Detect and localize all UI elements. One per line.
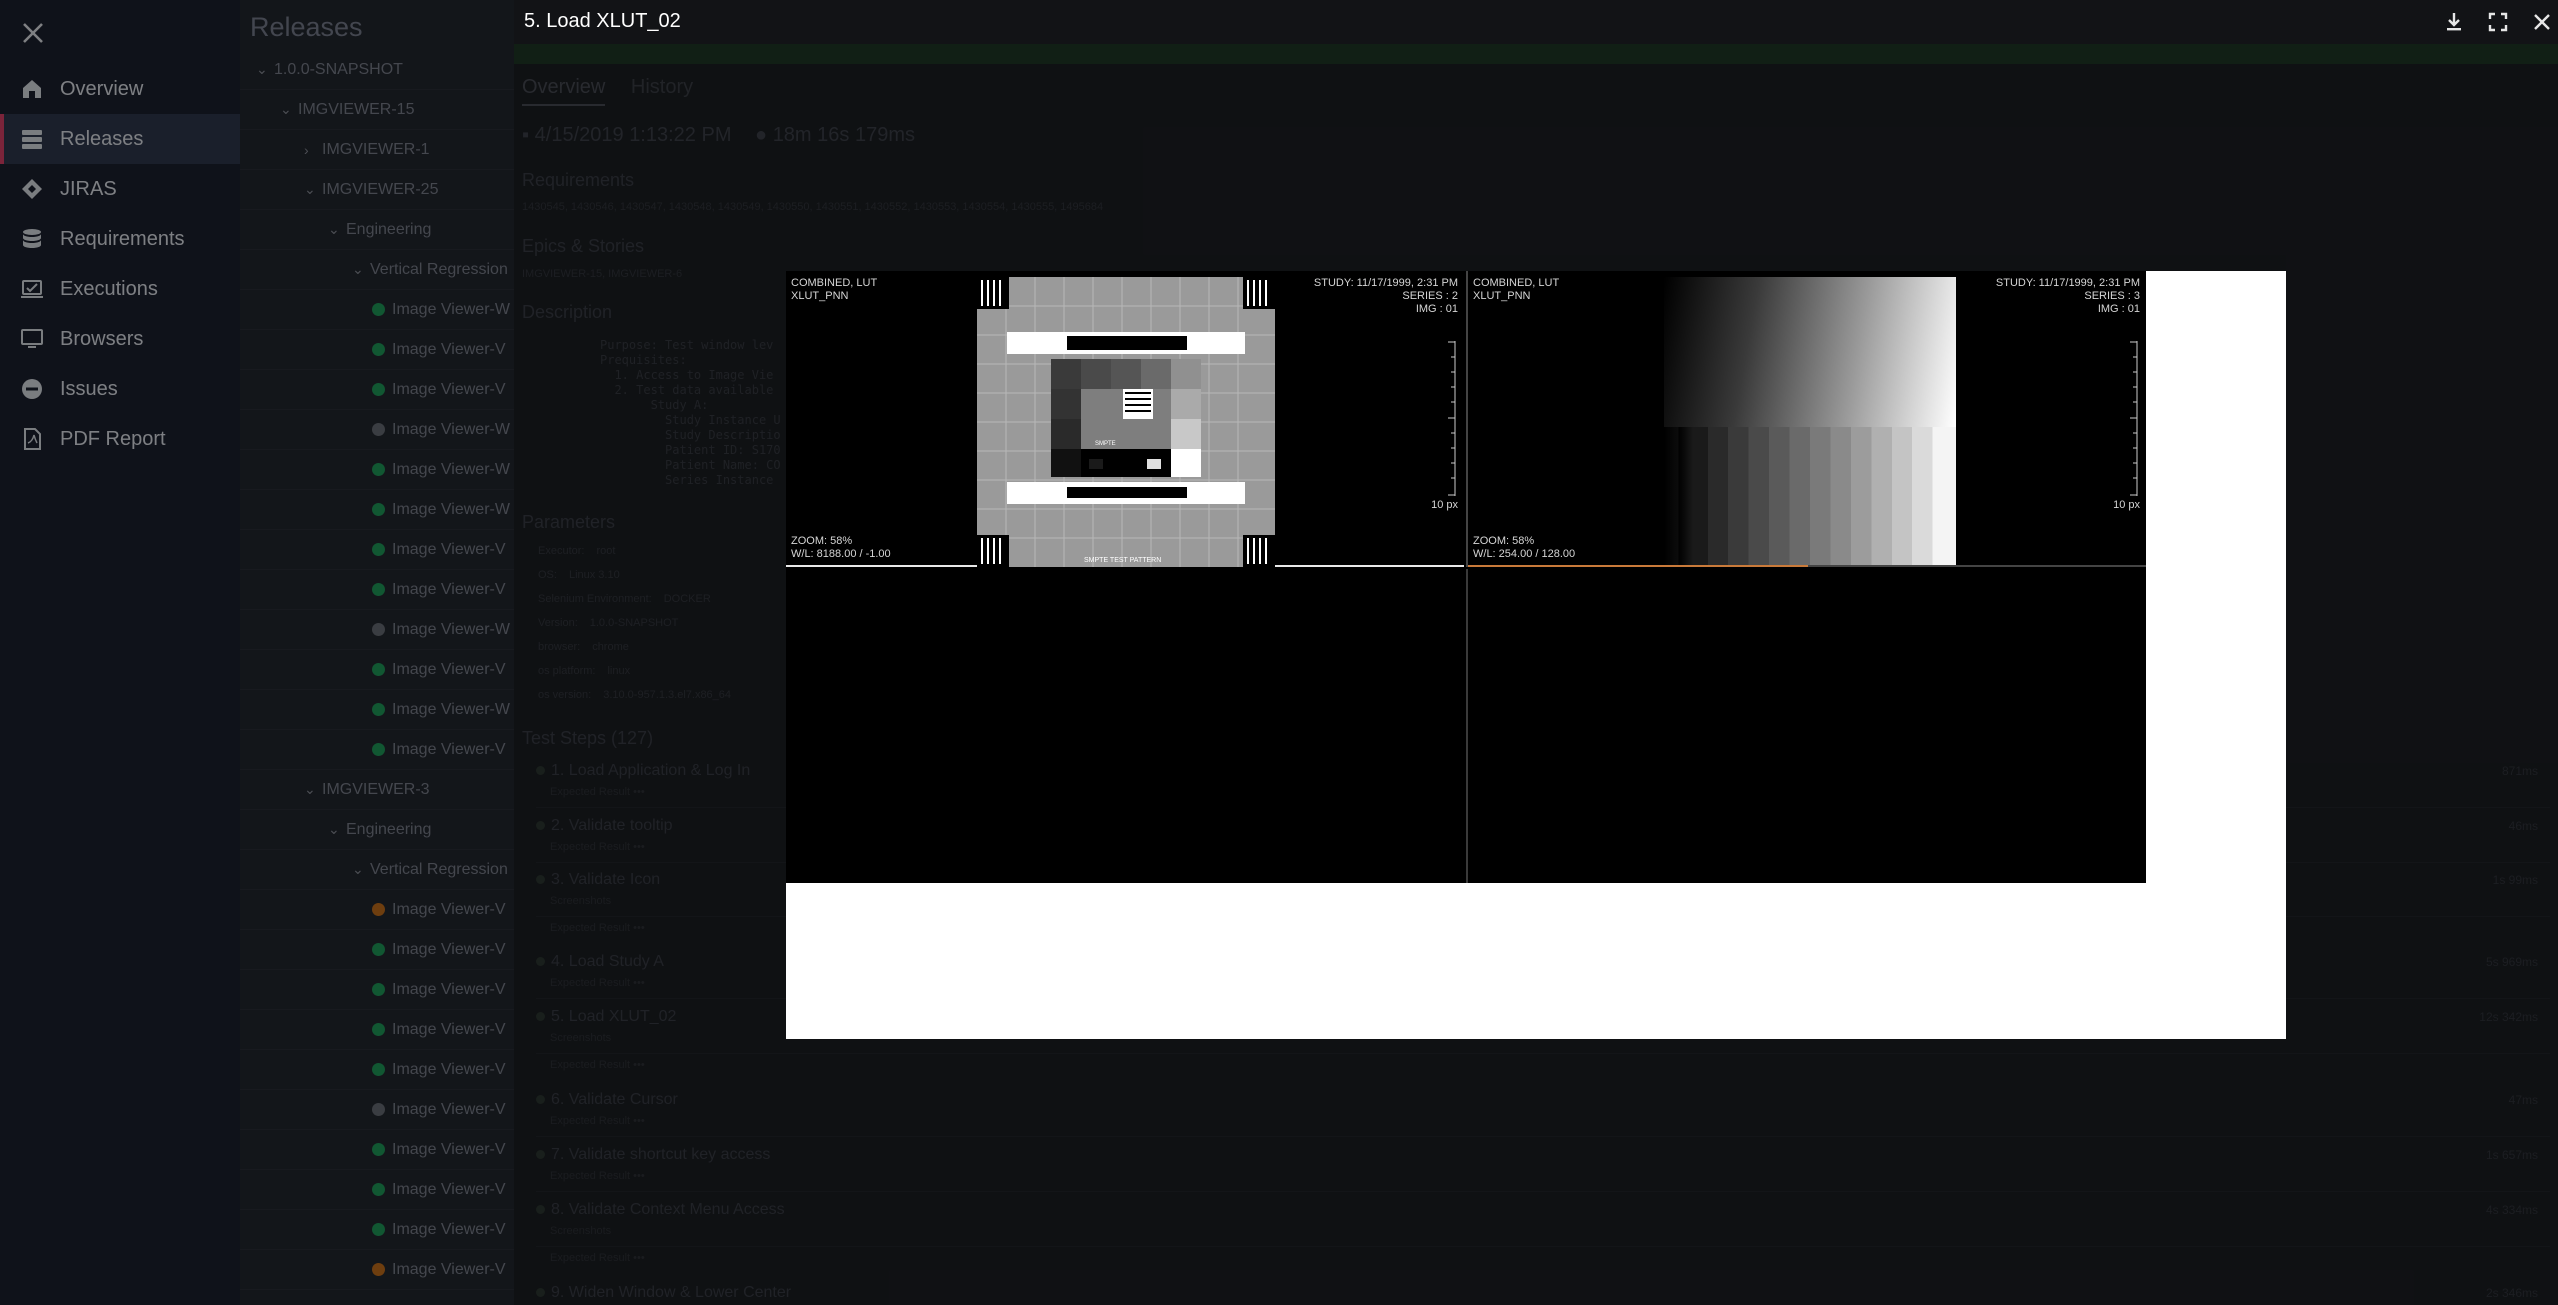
gradient-image xyxy=(1664,277,1956,565)
zoom-label: ZOOM: 58% xyxy=(791,535,853,547)
study-label: STUDY: 11/17/1999, 2:31 PM xyxy=(1995,277,2140,289)
scale-label: 10 px xyxy=(1431,499,1458,511)
series-label: SERIES : 2 xyxy=(1402,290,1458,302)
fullscreen-icon[interactable] xyxy=(2486,10,2510,34)
modality-label: COMBINED, LUT xyxy=(791,277,878,289)
study-label: STUDY: 11/17/1999, 2:31 PM xyxy=(1313,277,1458,289)
window-level-label: W/L: 8188.00 / -1.00 xyxy=(791,548,891,560)
scale-ruler xyxy=(2130,341,2138,496)
lut-label: XLUT_PNN xyxy=(791,290,849,302)
viewport-bottom-right[interactable] xyxy=(1466,569,2146,883)
scale-label: 10 px xyxy=(2113,499,2140,511)
pattern-caption: SMPTE TEST PATTERN xyxy=(1084,557,1161,564)
close-icon[interactable] xyxy=(2530,10,2554,34)
img-label: IMG : 01 xyxy=(1415,303,1458,315)
viewport-bottom-left[interactable] xyxy=(786,569,1464,883)
download-icon[interactable] xyxy=(2442,10,2466,34)
overlay-bottom-left: ZOOM: 58% W/L: 8188.00 / -1.00 xyxy=(791,535,891,561)
series-label: SERIES : 3 xyxy=(2084,290,2140,302)
active-indicator xyxy=(1468,565,1808,567)
overlay-top-left: COMBINED, LUT XLUT_PNN xyxy=(791,277,877,303)
scale-ruler xyxy=(1448,341,1456,496)
viewport-top-right[interactable]: COMBINED, LUT XLUT_PNN STUDY: 11/17/1999… xyxy=(1466,271,2146,567)
modal-header: 5. Load XLUT_02 xyxy=(514,0,2558,44)
modality-label: COMBINED, LUT xyxy=(1473,277,1560,289)
screenshot-image: COMBINED, LUT XLUT_PNN STUDY: 11/17/1999… xyxy=(786,271,2286,1039)
lut-label: XLUT_PNN xyxy=(1473,290,1531,302)
overlay-bottom-left: ZOOM: 58% W/L: 254.00 / 128.00 xyxy=(1473,535,1575,561)
smpte-test-pattern: SMPTE SMPTE TEST PATTERN xyxy=(977,277,1275,567)
overlay-top-right: STUDY: 11/17/1999, 2:31 PM SERIES : 3 IM… xyxy=(1996,277,2140,316)
window-level-label: W/L: 254.00 / 128.00 xyxy=(1473,548,1576,560)
img-label: IMG : 01 xyxy=(2097,303,2140,315)
image-viewer: COMBINED, LUT XLUT_PNN STUDY: 11/17/1999… xyxy=(786,271,2146,883)
zoom-label: ZOOM: 58% xyxy=(1473,535,1535,547)
overlay-top-right: STUDY: 11/17/1999, 2:31 PM SERIES : 2 IM… xyxy=(1314,277,1458,316)
svg-text:SMPTE: SMPTE xyxy=(1095,441,1116,447)
modal-title: 5. Load XLUT_02 xyxy=(524,10,681,32)
viewport-top-left[interactable]: COMBINED, LUT XLUT_PNN STUDY: 11/17/1999… xyxy=(786,271,1464,567)
report-app: Overview Releases JIRAS Requirements Exe… xyxy=(0,0,2558,1305)
overlay-top-left: COMBINED, LUT XLUT_PNN xyxy=(1473,277,1559,303)
